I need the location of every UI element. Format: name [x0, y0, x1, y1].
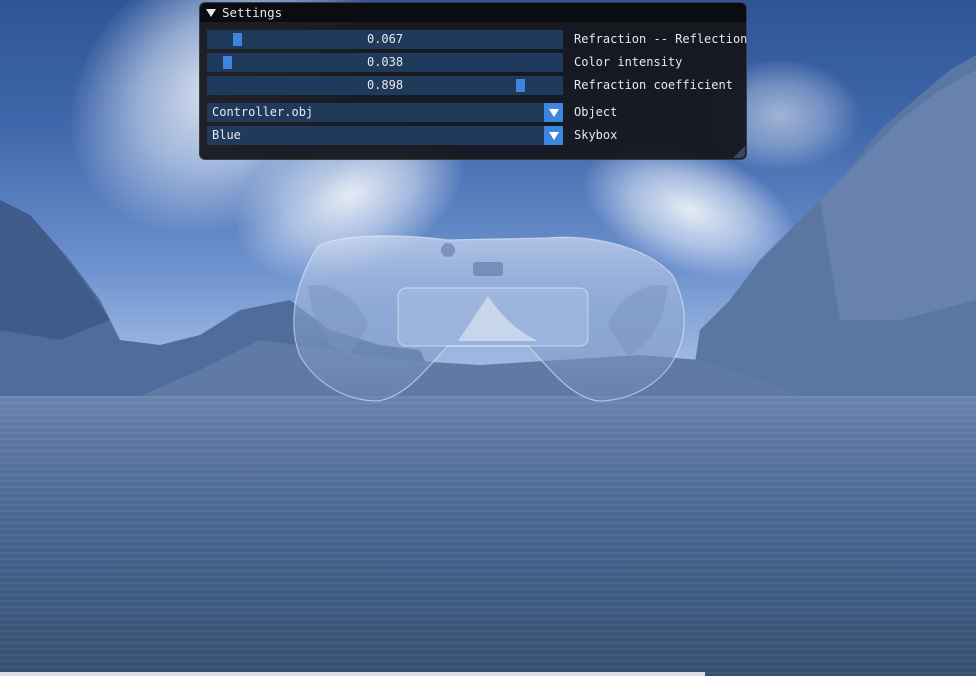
combo-row-object: Controller.obj Object — [207, 103, 617, 122]
combo-value: Controller.obj — [212, 105, 314, 119]
slider-label: Refraction coefficient — [574, 78, 733, 92]
slider-value: 0.038 — [366, 55, 404, 69]
combo-value: Blue — [212, 128, 241, 142]
triangle-down-icon — [548, 131, 559, 140]
slider-value: 0.067 — [366, 32, 404, 46]
combo-arrow-button[interactable] — [544, 103, 563, 122]
color-intensity-slider[interactable]: 0.038 — [207, 53, 563, 72]
combo-row-skybox: Blue Skybox — [207, 126, 617, 145]
slider-row-color-intensity: 0.038 Color intensity — [207, 53, 682, 72]
combo-label: Object — [574, 105, 618, 119]
refraction-reflection-slider[interactable]: 0.067 — [207, 30, 563, 49]
glass-controller-model — [293, 235, 685, 402]
bottom-scroll-strip — [0, 672, 705, 676]
water-surface — [0, 396, 976, 676]
combo-arrow-button[interactable] — [544, 126, 563, 145]
resize-grip-icon[interactable] — [733, 146, 745, 158]
triangle-down-icon — [548, 108, 559, 117]
slider-label: Refraction -- Reflection — [574, 32, 748, 46]
slider-row-refraction-coefficient: 0.898 Refraction coefficient — [207, 76, 733, 95]
object-combo[interactable]: Controller.obj — [207, 103, 563, 122]
refraction-coefficient-slider[interactable]: 0.898 — [207, 76, 563, 95]
window-titlebar[interactable]: Settings — [200, 3, 746, 22]
skybox-combo[interactable]: Blue — [207, 126, 563, 145]
collapse-triangle-icon[interactable] — [206, 8, 216, 17]
settings-window: Settings 0.067 Refraction -- Reflection … — [199, 2, 747, 160]
slider-row-refraction-reflection: 0.067 Refraction -- Reflection — [207, 30, 747, 49]
combo-label: Skybox — [574, 128, 618, 142]
slider-value: 0.898 — [366, 78, 404, 92]
slider-label: Color intensity — [574, 55, 683, 69]
window-title: Settings — [222, 5, 283, 20]
